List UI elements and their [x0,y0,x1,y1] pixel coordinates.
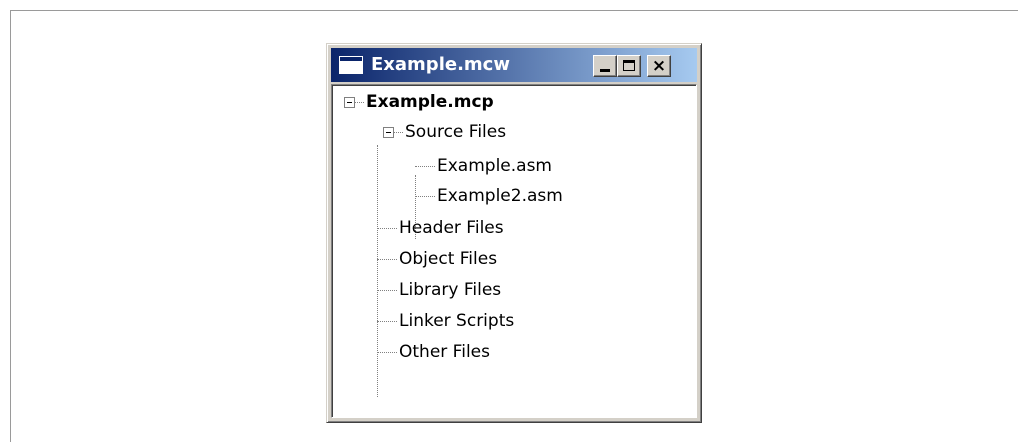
tree-connector-line [415,196,435,197]
tree-connector-line [377,259,397,260]
project-tree-panel[interactable]: Example.mcp Source Files Example.asm Exa… [331,84,697,418]
close-button[interactable]: × [647,55,671,77]
tree-item-file[interactable]: Example.asm [437,151,552,181]
close-icon: × [651,56,667,76]
title-bar[interactable]: Example.mcw × [331,48,697,82]
minimize-button[interactable] [593,55,617,77]
tree-item-object-files[interactable]: Object Files [399,244,497,274]
collapse-icon[interactable] [344,97,355,108]
tree-connector-line [377,228,397,229]
tree-item-library-files[interactable]: Library Files [399,275,501,305]
project-tree: Example.mcp Source Files Example.asm Exa… [332,85,696,417]
tree-item-file[interactable]: Example2.asm [437,181,563,211]
window-title: Example.mcw [371,54,510,75]
maximize-button[interactable] [617,55,641,77]
project-window[interactable]: Example.mcw × Example.mcp Source Files E… [326,43,702,423]
tree-item-project[interactable]: Example.mcp [366,87,494,117]
tree-item-linker-scripts[interactable]: Linker Scripts [399,306,514,336]
maximize-icon [623,60,635,71]
tree-connector-line [354,102,364,103]
collapse-icon[interactable] [383,127,394,138]
tree-item-header-files[interactable]: Header Files [399,213,504,243]
tree-connector-line [377,290,397,291]
tree-connector-line [393,132,403,133]
tree-connector-line [415,166,435,167]
window-app-icon [339,56,363,74]
minimize-icon [600,69,610,72]
tree-connector-line [377,321,397,322]
tree-item-source-files[interactable]: Source Files [405,117,506,147]
tree-connector-line [377,352,397,353]
tree-connector-line [377,145,378,397]
tree-item-other-files[interactable]: Other Files [399,337,490,367]
